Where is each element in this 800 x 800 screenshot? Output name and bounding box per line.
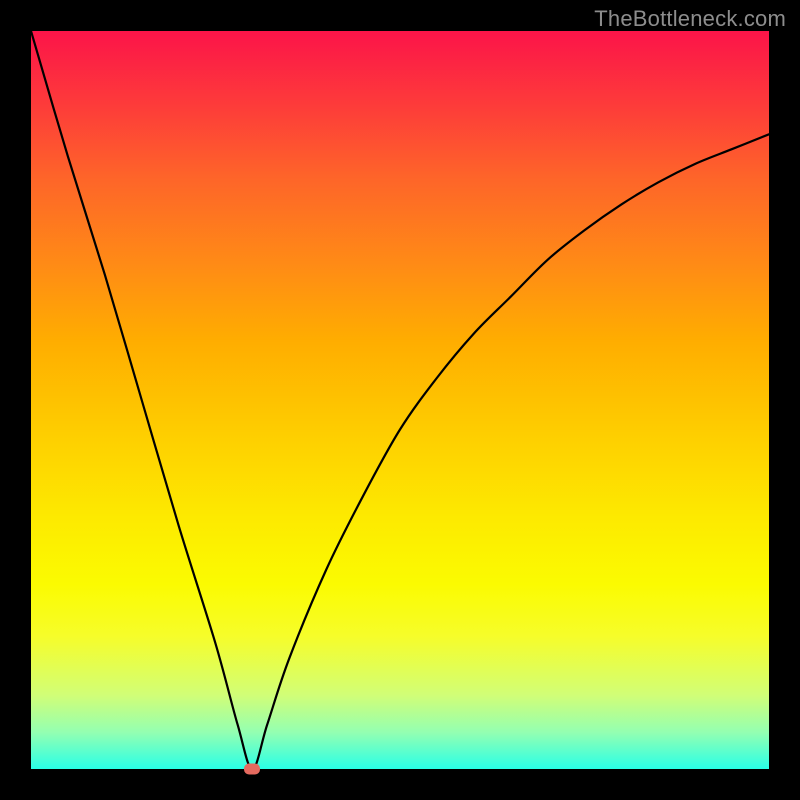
curve-svg (31, 31, 769, 769)
bottleneck-curve-path (31, 31, 769, 769)
optimal-point-marker (244, 764, 260, 775)
chart-frame: TheBottleneck.com (0, 0, 800, 800)
plot-area (31, 31, 769, 769)
watermark-text: TheBottleneck.com (594, 6, 786, 32)
